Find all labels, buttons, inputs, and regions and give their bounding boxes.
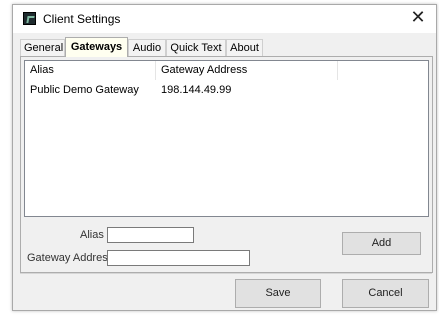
save-button[interactable]: Save: [235, 279, 321, 308]
tab-label: Gateways: [70, 41, 123, 53]
gateways-tab-panel: Alias Gateway Address Public Demo Gatewa…: [20, 56, 433, 273]
column-header-gateway-address[interactable]: Gateway Address: [156, 61, 338, 80]
gateway-address-input[interactable]: [107, 250, 250, 266]
footer-separator: [20, 273, 432, 274]
client-settings-window: Client Settings ✕ General Gateways Audio…: [12, 4, 437, 311]
alias-input[interactable]: [107, 227, 194, 243]
cancel-button[interactable]: Cancel: [342, 279, 429, 308]
gateways-list[interactable]: Alias Gateway Address Public Demo Gatewa…: [24, 60, 429, 217]
list-item[interactable]: Public Demo Gateway 198.144.49.99: [25, 82, 428, 98]
gateway-address: 198.144.49.99: [161, 84, 232, 96]
tab-label: About: [230, 42, 259, 54]
add-button[interactable]: Add: [342, 232, 421, 255]
gateway-address-label: Gateway Address: [27, 252, 114, 264]
gateway-alias: Public Demo Gateway: [30, 84, 139, 96]
alias-label: Alias: [80, 229, 104, 241]
tab-gateways[interactable]: Gateways: [65, 37, 128, 57]
list-header: Alias Gateway Address: [25, 61, 428, 80]
close-icon[interactable]: ✕: [408, 8, 428, 28]
app-icon: [23, 12, 36, 25]
tab-label: Audio: [132, 42, 162, 54]
title-bar: Client Settings ✕: [13, 5, 436, 33]
tab-audio[interactable]: Audio: [128, 39, 166, 56]
tab-label: General: [24, 42, 64, 54]
column-header-filler: [338, 61, 429, 80]
tab-general[interactable]: General: [20, 39, 65, 56]
add-button-label: Add: [371, 237, 392, 249]
tab-label: Quick Text: [170, 42, 222, 54]
tab-quick-text[interactable]: Quick Text: [166, 39, 226, 56]
window-title: Client Settings: [43, 12, 121, 26]
tab-about[interactable]: About: [226, 39, 263, 56]
save-button-label: Save: [265, 287, 291, 299]
column-header-alias[interactable]: Alias: [25, 61, 156, 80]
cancel-button-label: Cancel: [368, 287, 403, 299]
